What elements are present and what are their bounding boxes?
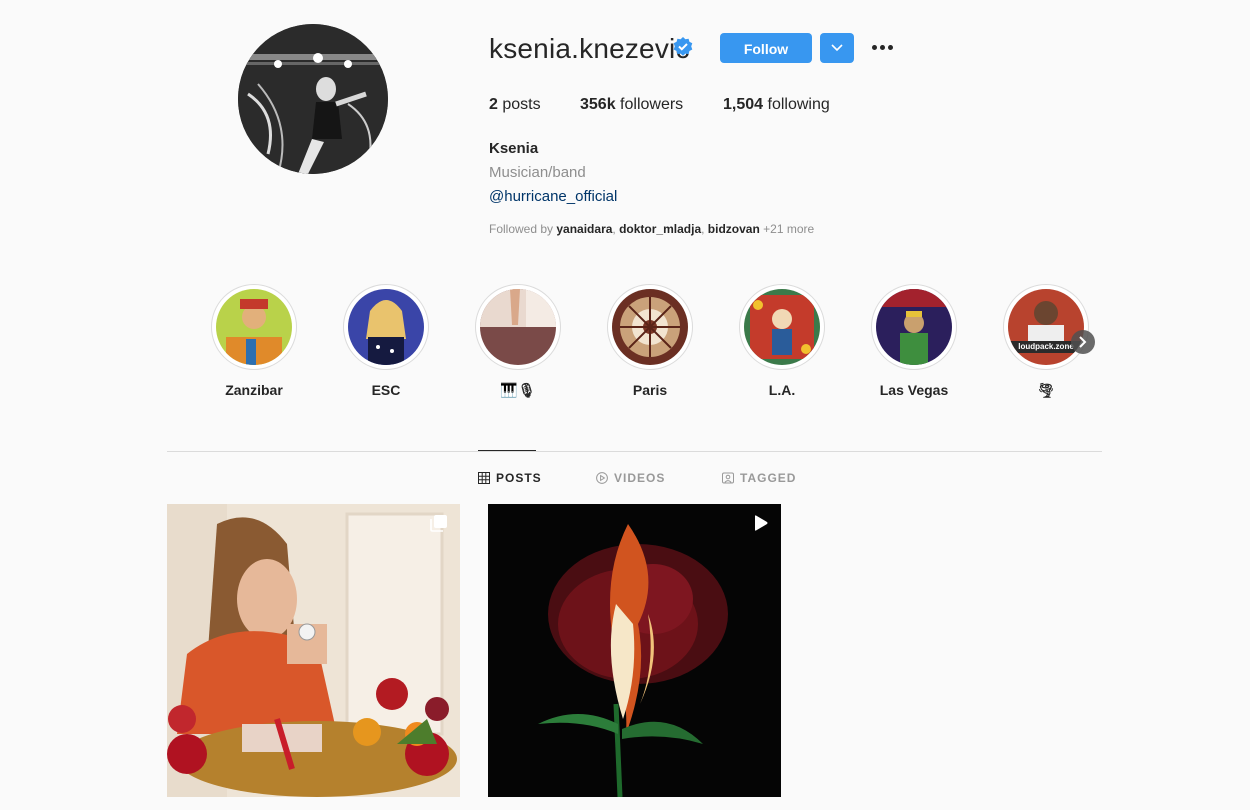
highlight-label: Zanzibar (225, 382, 283, 398)
profile-username: ksenia.knezevic (489, 33, 690, 64)
highlight-thumbnail (876, 289, 952, 365)
tab-videos[interactable]: VIDEOS (596, 471, 665, 485)
highlight-label: Paris (632, 382, 668, 398)
following-count[interactable]: 1,504 following (723, 96, 830, 114)
highlight-thumbnail (744, 289, 820, 365)
highlight-label: 🌪 (1037, 382, 1055, 398)
highlight-item[interactable]: Paris (607, 284, 693, 398)
more-options-icon[interactable] (872, 40, 894, 56)
post-thumbnail[interactable] (167, 504, 460, 797)
play-icon (755, 515, 768, 531)
highlight-label: L.A. (768, 382, 796, 398)
highlight-item[interactable]: L.A. (739, 284, 825, 398)
highlight-item[interactable]: 🎹🎙 (475, 284, 561, 399)
highlight-label: Las Vegas (879, 382, 949, 398)
followed-by-text[interactable]: Followed by yanaidara, doktor_mladja, bi… (489, 222, 814, 236)
highlight-thumbnail (480, 289, 556, 365)
highlight-item[interactable]: Zanzibar (211, 284, 297, 398)
highlight-thumbnail (612, 289, 688, 365)
tab-tagged[interactable]: TAGGED (722, 471, 796, 485)
followers-count[interactable]: 356k followers (580, 96, 683, 114)
profile-category: Musician/band (489, 164, 586, 181)
tag-icon (722, 472, 734, 484)
posts-count: 2 posts (489, 96, 541, 113)
highlights-next-button[interactable] (1071, 330, 1095, 354)
highlight-item[interactable]: Las Vegas (871, 284, 957, 398)
chevron-right-icon (1079, 336, 1087, 348)
highlight-thumbnail: loudpack.zone (1008, 289, 1084, 365)
tab-posts[interactable]: POSTS (478, 471, 542, 485)
profile-avatar[interactable] (238, 24, 388, 174)
verified-badge-icon (673, 37, 693, 56)
tabs-divider (167, 451, 1102, 452)
follow-button[interactable]: Follow (720, 33, 812, 63)
highlight-label: ESC (371, 382, 401, 398)
active-tab-indicator (478, 450, 536, 451)
bio-mention-link[interactable]: @hurricane_official (489, 188, 617, 205)
highlight-thumbnail (348, 289, 424, 365)
profile-full-name: Ksenia (489, 140, 539, 157)
suggested-dropdown-button[interactable] (820, 33, 854, 63)
post-thumbnail[interactable] (488, 504, 781, 797)
highlight-thumbnail (216, 289, 292, 365)
highlight-label: 🎹🎙 (500, 382, 536, 398)
chevron-down-icon (831, 44, 843, 52)
carousel-icon (430, 515, 447, 532)
play-circle-icon (596, 472, 608, 484)
highlight-item[interactable]: ESC (343, 284, 429, 398)
grid-icon (478, 472, 490, 484)
